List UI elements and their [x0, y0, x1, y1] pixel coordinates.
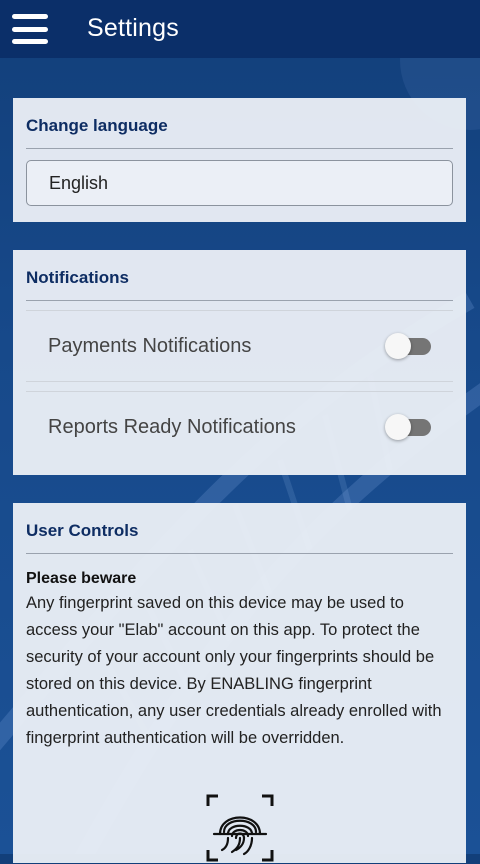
notification-label: Payments Notifications — [48, 334, 252, 357]
language-card: Change language English — [13, 98, 466, 222]
user-controls-card: User Controls Please beware Any fingerpr… — [13, 503, 466, 863]
hamburger-menu-icon[interactable] — [12, 14, 48, 44]
language-selected-value: English — [49, 172, 109, 193]
language-select[interactable]: English — [26, 160, 453, 206]
warning-title: Please beware — [26, 570, 137, 587]
notification-label: Reports Ready Notifications — [48, 415, 296, 438]
notification-row-reports: Reports Ready Notifications — [26, 392, 453, 462]
notifications-card: Notifications Payments Notifications Rep… — [13, 250, 466, 475]
divider — [26, 381, 453, 392]
language-header: Change language — [26, 98, 453, 149]
notifications-header: Notifications — [26, 250, 453, 301]
payments-notifications-toggle[interactable] — [385, 333, 431, 359]
warning-text: Any fingerprint saved on this device may… — [26, 594, 442, 747]
page-title: Settings — [87, 14, 179, 42]
app-bar: Settings — [0, 0, 480, 58]
fingerprint-scan-icon[interactable] — [204, 792, 276, 864]
reports-ready-notifications-toggle[interactable] — [385, 414, 431, 440]
notification-row-payments: Payments Notifications — [26, 311, 453, 381]
user-controls-header: User Controls — [26, 503, 453, 554]
